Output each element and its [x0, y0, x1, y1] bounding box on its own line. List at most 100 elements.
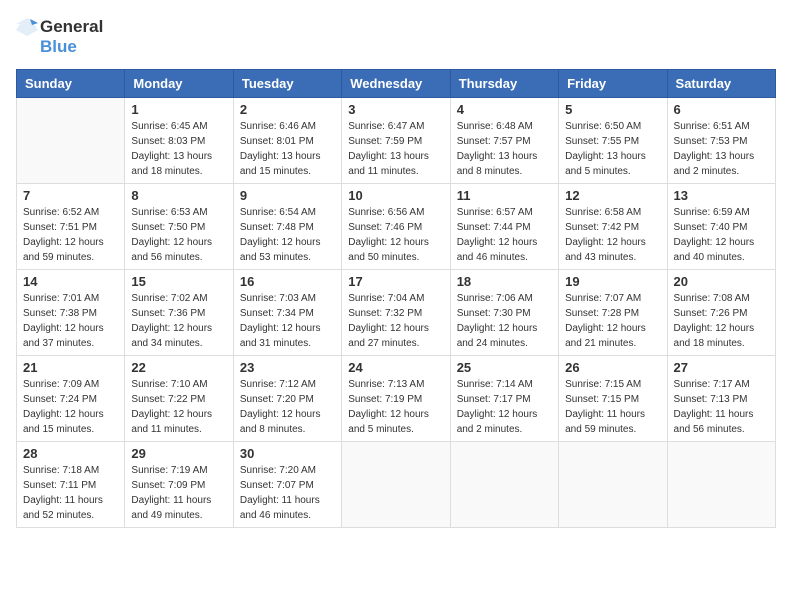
day-number: 27: [674, 360, 769, 375]
day-number: 11: [457, 188, 552, 203]
logo-bird-icon: [16, 16, 38, 38]
calendar-cell: 30Sunrise: 7:20 AM Sunset: 7:07 PM Dayli…: [233, 441, 341, 527]
day-header-friday: Friday: [559, 69, 667, 97]
day-info: Sunrise: 6:45 AM Sunset: 8:03 PM Dayligh…: [131, 119, 226, 179]
week-row-3: 14 Sunrise: 7:01 AM Sunset: 7:38 PM Dayli…: [17, 269, 776, 355]
calendar-cell: 2 Sunrise: 6:46 AM Sunset: 8:01 PM Daylig…: [233, 97, 341, 183]
day-number: 4: [457, 102, 552, 117]
day-info: Sunrise: 7:19 AM Sunset: 7:09 PM Dayligh…: [131, 463, 226, 523]
calendar-cell: [667, 441, 775, 527]
calendar-cell: 7 Sunrise: 6:52 AM Sunset: 7:51 PM Daylig…: [17, 183, 125, 269]
calendar-cell: 14 Sunrise: 7:01 AM Sunset: 7:38 PM Dayli…: [17, 269, 125, 355]
day-number: 7: [23, 188, 118, 203]
week-row-2: 7 Sunrise: 6:52 AM Sunset: 7:51 PM Daylig…: [17, 183, 776, 269]
calendar-cell: 22 Sunrise: 7:10 AM Sunset: 7:22 PM Dayli…: [125, 355, 233, 441]
day-info: Sunrise: 7:09 AM Sunset: 7:24 PM Dayligh…: [23, 377, 118, 437]
day-header-wednesday: Wednesday: [342, 69, 450, 97]
calendar-cell: [450, 441, 558, 527]
day-number: 19: [565, 274, 660, 289]
day-number: 14: [23, 274, 118, 289]
calendar-cell: 16 Sunrise: 7:03 AM Sunset: 7:34 PM Dayli…: [233, 269, 341, 355]
day-header-sunday: Sunday: [17, 69, 125, 97]
day-info: Sunrise: 6:59 AM Sunset: 7:40 PM Dayligh…: [674, 205, 769, 265]
day-number: 12: [565, 188, 660, 203]
calendar-cell: 20 Sunrise: 7:08 AM Sunset: 7:26 PM Dayli…: [667, 269, 775, 355]
day-info: Sunrise: 6:56 AM Sunset: 7:46 PM Dayligh…: [348, 205, 443, 265]
day-info: Sunrise: 6:47 AM Sunset: 7:59 PM Dayligh…: [348, 119, 443, 179]
day-number: 21: [23, 360, 118, 375]
calendar-cell: 4Sunrise: 6:48 AM Sunset: 7:57 PM Daylig…: [450, 97, 558, 183]
week-row-4: 21 Sunrise: 7:09 AM Sunset: 7:24 PM Dayli…: [17, 355, 776, 441]
day-info: Sunrise: 7:08 AM Sunset: 7:26 PM Dayligh…: [674, 291, 769, 351]
calendar-cell: 15Sunrise: 7:02 AM Sunset: 7:36 PM Dayli…: [125, 269, 233, 355]
day-number: 25: [457, 360, 552, 375]
day-info: Sunrise: 6:58 AM Sunset: 7:42 PM Dayligh…: [565, 205, 660, 265]
calendar-cell: 25 Sunrise: 7:14 AM Sunset: 7:17 PM Dayli…: [450, 355, 558, 441]
calendar-cell: 12 Sunrise: 6:58 AM Sunset: 7:42 PM Dayli…: [559, 183, 667, 269]
calendar-cell: 24 Sunrise: 7:13 AM Sunset: 7:19 PM Dayli…: [342, 355, 450, 441]
day-number: 9: [240, 188, 335, 203]
day-number: 6: [674, 102, 769, 117]
calendar-cell: 18Sunrise: 7:06 AM Sunset: 7:30 PM Dayli…: [450, 269, 558, 355]
calendar-cell: [559, 441, 667, 527]
day-number: 23: [240, 360, 335, 375]
day-info: Sunrise: 6:52 AM Sunset: 7:51 PM Dayligh…: [23, 205, 118, 265]
calendar-cell: 3 Sunrise: 6:47 AM Sunset: 7:59 PM Daylig…: [342, 97, 450, 183]
calendar-cell: 6Sunrise: 6:51 AM Sunset: 7:53 PM Daylig…: [667, 97, 775, 183]
page-header: General Blue: [16, 16, 776, 57]
day-info: Sunrise: 7:12 AM Sunset: 7:20 PM Dayligh…: [240, 377, 335, 437]
day-info: Sunrise: 6:46 AM Sunset: 8:01 PM Dayligh…: [240, 119, 335, 179]
day-number: 3: [348, 102, 443, 117]
day-number: 1: [131, 102, 226, 117]
logo-general: General: [40, 18, 103, 37]
calendar-table: SundayMondayTuesdayWednesdayThursdayFrid…: [16, 69, 776, 528]
day-number: 26: [565, 360, 660, 375]
calendar-cell: 17 Sunrise: 7:04 AM Sunset: 7:32 PM Dayli…: [342, 269, 450, 355]
day-info: Sunrise: 7:15 AM Sunset: 7:15 PM Dayligh…: [565, 377, 660, 437]
calendar-cell: 23 Sunrise: 7:12 AM Sunset: 7:20 PM Dayli…: [233, 355, 341, 441]
day-info: Sunrise: 7:10 AM Sunset: 7:22 PM Dayligh…: [131, 377, 226, 437]
calendar-cell: 8 Sunrise: 6:53 AM Sunset: 7:50 PM Daylig…: [125, 183, 233, 269]
calendar-cell: 11Sunrise: 6:57 AM Sunset: 7:44 PM Dayli…: [450, 183, 558, 269]
calendar-cell: 29 Sunrise: 7:19 AM Sunset: 7:09 PM Dayli…: [125, 441, 233, 527]
day-number: 29: [131, 446, 226, 461]
day-number: 17: [348, 274, 443, 289]
day-number: 8: [131, 188, 226, 203]
calendar-header-row: SundayMondayTuesdayWednesdayThursdayFrid…: [17, 69, 776, 97]
calendar-cell: 9 Sunrise: 6:54 AM Sunset: 7:48 PM Daylig…: [233, 183, 341, 269]
week-row-1: 1 Sunrise: 6:45 AM Sunset: 8:03 PM Daylig…: [17, 97, 776, 183]
calendar-cell: [342, 441, 450, 527]
calendar-cell: 5Sunrise: 6:50 AM Sunset: 7:55 PM Daylig…: [559, 97, 667, 183]
day-number: 20: [674, 274, 769, 289]
day-number: 2: [240, 102, 335, 117]
logo: General Blue: [16, 16, 103, 57]
day-header-tuesday: Tuesday: [233, 69, 341, 97]
day-info: Sunrise: 7:03 AM Sunset: 7:34 PM Dayligh…: [240, 291, 335, 351]
day-info: Sunrise: 6:50 AM Sunset: 7:55 PM Dayligh…: [565, 119, 660, 179]
day-info: Sunrise: 7:14 AM Sunset: 7:17 PM Dayligh…: [457, 377, 552, 437]
day-number: 24: [348, 360, 443, 375]
day-info: Sunrise: 7:06 AM Sunset: 7:30 PM Dayligh…: [457, 291, 552, 351]
day-info: Sunrise: 6:53 AM Sunset: 7:50 PM Dayligh…: [131, 205, 226, 265]
calendar-cell: 27 Sunrise: 7:17 AM Sunset: 7:13 PM Dayli…: [667, 355, 775, 441]
day-info: Sunrise: 6:54 AM Sunset: 7:48 PM Dayligh…: [240, 205, 335, 265]
day-number: 22: [131, 360, 226, 375]
calendar-cell: 13 Sunrise: 6:59 AM Sunset: 7:40 PM Dayli…: [667, 183, 775, 269]
calendar-cell: 10Sunrise: 6:56 AM Sunset: 7:46 PM Dayli…: [342, 183, 450, 269]
logo-blue: Blue: [40, 38, 77, 57]
day-info: Sunrise: 7:17 AM Sunset: 7:13 PM Dayligh…: [674, 377, 769, 437]
day-number: 30: [240, 446, 335, 461]
day-info: Sunrise: 7:07 AM Sunset: 7:28 PM Dayligh…: [565, 291, 660, 351]
calendar-cell: 26 Sunrise: 7:15 AM Sunset: 7:15 PM Dayli…: [559, 355, 667, 441]
day-info: Sunrise: 7:01 AM Sunset: 7:38 PM Dayligh…: [23, 291, 118, 351]
calendar-cell: 19 Sunrise: 7:07 AM Sunset: 7:28 PM Dayli…: [559, 269, 667, 355]
day-info: Sunrise: 7:13 AM Sunset: 7:19 PM Dayligh…: [348, 377, 443, 437]
calendar-cell: [17, 97, 125, 183]
logo-container: General Blue: [16, 16, 103, 57]
day-number: 13: [674, 188, 769, 203]
calendar-cell: 21 Sunrise: 7:09 AM Sunset: 7:24 PM Dayli…: [17, 355, 125, 441]
week-row-5: 28Sunrise: 7:18 AM Sunset: 7:11 PM Dayli…: [17, 441, 776, 527]
day-info: Sunrise: 7:02 AM Sunset: 7:36 PM Dayligh…: [131, 291, 226, 351]
day-info: Sunrise: 7:04 AM Sunset: 7:32 PM Dayligh…: [348, 291, 443, 351]
day-number: 16: [240, 274, 335, 289]
